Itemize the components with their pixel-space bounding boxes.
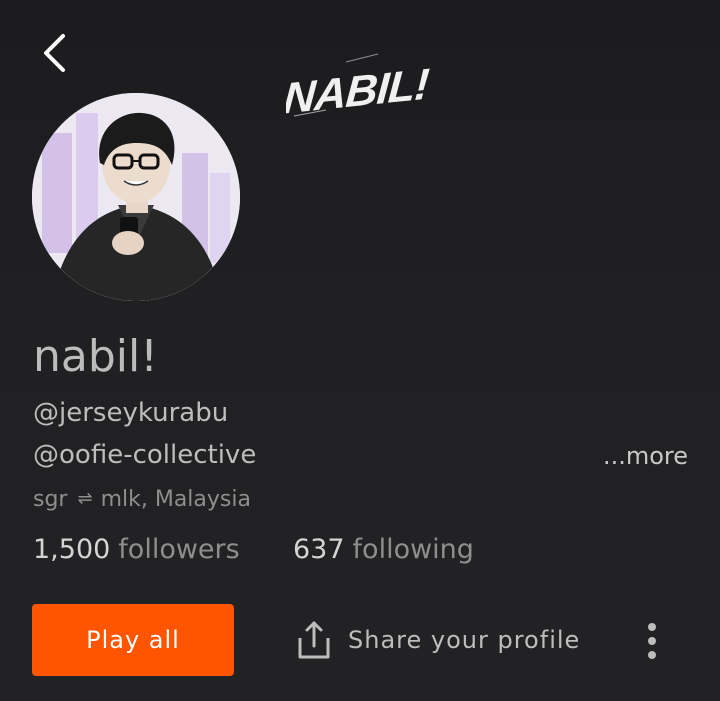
more-vertical-icon-dot — [648, 623, 656, 631]
followers-count: 1,500 — [33, 534, 111, 565]
more-options-button[interactable] — [636, 616, 668, 666]
followers-stat[interactable]: 1,500 followers — [33, 532, 240, 568]
location-from: sgr — [33, 487, 68, 512]
more-link[interactable]: ...more — [603, 442, 688, 470]
profile-handle-link[interactable]: @jerseykurabu — [33, 396, 228, 430]
banner-logo: NABIL! — [286, 53, 430, 123]
more-vertical-icon-dot — [648, 637, 656, 645]
avatar[interactable] — [32, 93, 240, 301]
profile-handle-link[interactable]: @oofie-collective — [33, 438, 256, 472]
share-profile-label: Share your profile — [348, 626, 581, 654]
more-vertical-icon-dot — [648, 651, 656, 659]
following-label: following — [352, 534, 474, 565]
banner-logo-text: NABIL! — [286, 60, 430, 123]
following-stat[interactable]: 637 following — [293, 532, 474, 568]
followers-label: followers — [118, 534, 240, 565]
play-all-button[interactable]: Play all — [32, 604, 234, 676]
avatar-illustration — [32, 93, 240, 301]
profile-screen: NABIL! nabil! @jerseykurabu @oofie-colle… — [0, 0, 720, 701]
back-button[interactable] — [34, 30, 74, 76]
location-to: mlk, Malaysia — [100, 487, 251, 512]
chevron-left-icon — [44, 34, 65, 72]
share-icon — [298, 621, 330, 659]
following-count: 637 — [293, 534, 345, 565]
location: sgr ⇌ mlk, Malaysia — [33, 484, 251, 515]
display-name: nabil! — [33, 331, 158, 382]
swap-arrows-icon: ⇌ — [77, 488, 93, 509]
share-profile-button[interactable]: Share your profile — [296, 612, 580, 668]
